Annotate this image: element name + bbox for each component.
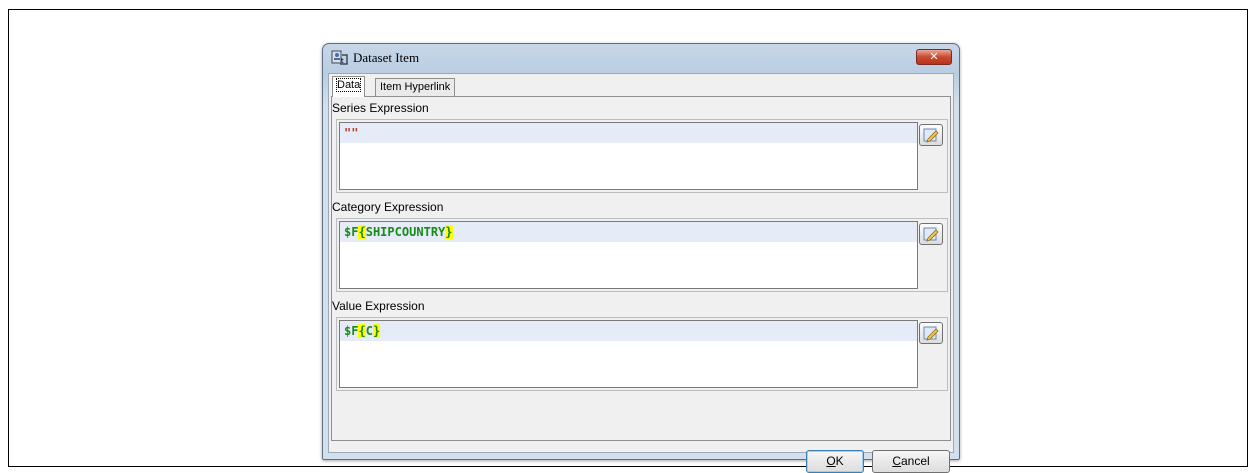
series-expression-editor[interactable]: "" <box>339 122 918 190</box>
series-expression-edit-button[interactable] <box>919 124 943 146</box>
series-expression-group: "" <box>336 119 948 193</box>
data-tab-panel: Series Expression "" Category Expression <box>331 96 951 441</box>
dialog-title: Dataset Item <box>353 50 420 65</box>
tab-item-hyperlink-label: Item Hyperlink <box>380 81 451 93</box>
category-expression-group: $F{SHIPCOUNTRY} <box>336 218 948 292</box>
tab-data[interactable]: Data <box>332 76 366 97</box>
category-expression-label: Category Expression <box>332 200 444 214</box>
dataset-item-dialog: t Dataset Item ✕ Data Item Hyperlink Ser… <box>322 43 960 473</box>
category-expression-text: $F{SHIPCOUNTRY} <box>344 225 453 239</box>
ok-button[interactable]: OK <box>806 450 864 473</box>
edit-expression-icon <box>923 227 939 242</box>
value-expression-label: Value Expression <box>332 299 425 313</box>
tab-data-label: Data <box>335 78 362 92</box>
dataset-item-icon: t <box>331 49 349 67</box>
category-expression-edit-button[interactable] <box>919 223 943 245</box>
close-button[interactable]: ✕ <box>916 49 952 65</box>
edit-expression-icon <box>923 326 939 341</box>
category-expression-line: $F{SHIPCOUNTRY} <box>340 222 917 242</box>
cancel-label-rest: ancel <box>900 454 930 468</box>
cancel-mnemonic: C <box>892 454 901 468</box>
cancel-button[interactable]: Cancel <box>872 450 950 473</box>
value-expression-text: $F{C} <box>344 324 381 338</box>
value-expression-edit-button[interactable] <box>919 322 943 344</box>
title-bar[interactable]: t Dataset Item ✕ <box>323 44 959 72</box>
tab-item-hyperlink[interactable]: Item Hyperlink <box>375 78 456 96</box>
ok-label-rest: K <box>835 454 844 468</box>
value-expression-line: $F{C} <box>340 321 917 341</box>
series-expression-line: "" <box>340 123 917 143</box>
series-expression-text: "" <box>344 126 359 140</box>
series-expression-label: Series Expression <box>332 101 429 115</box>
edit-expression-icon <box>923 128 939 143</box>
svg-text:t: t <box>341 57 344 65</box>
close-icon: ✕ <box>929 50 939 63</box>
category-expression-editor[interactable]: $F{SHIPCOUNTRY} <box>339 221 918 289</box>
value-expression-group: $F{C} <box>336 317 948 391</box>
page-frame: t Dataset Item ✕ Data Item Hyperlink Ser… <box>8 9 1248 473</box>
value-expression-editor[interactable]: $F{C} <box>339 320 918 388</box>
dialog-body: Data Item Hyperlink Series Expression "" <box>328 73 954 473</box>
ok-mnemonic: O <box>826 454 836 468</box>
